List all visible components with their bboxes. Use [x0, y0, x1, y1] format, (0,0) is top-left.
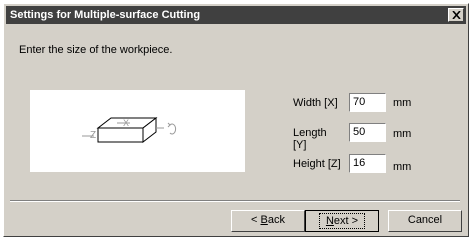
axis-z-label: Z: [90, 130, 96, 141]
cancel-button[interactable]: Cancel: [388, 210, 462, 232]
back-mnemonic: B: [260, 214, 268, 226]
height-unit: mm: [393, 161, 412, 173]
back-label-rest: ack: [267, 214, 285, 226]
cancel-label: Cancel: [407, 214, 443, 226]
dialog-title: Settings for Multiple-surface Cutting: [10, 9, 201, 21]
width-unit: mm: [393, 97, 412, 109]
workpiece-preview: Z X: [30, 90, 245, 172]
length-input[interactable]: 50: [349, 123, 386, 142]
title-bar[interactable]: Settings for Multiple-surface Cutting: [6, 6, 466, 24]
back-prefix: <: [251, 214, 261, 226]
height-input[interactable]: 16: [349, 154, 386, 173]
length-label: Length [Y]: [293, 127, 327, 151]
button-separator: [10, 200, 460, 202]
next-label-rest: ext >: [333, 215, 359, 227]
axis-x-label: X: [123, 118, 129, 128]
back-button[interactable]: < Back: [231, 210, 305, 232]
rotation-arrow-icon: [169, 123, 177, 135]
length-unit: mm: [393, 128, 412, 140]
instruction-text: Enter the size of the workpiece.: [19, 44, 173, 56]
next-button[interactable]: Next >: [305, 210, 379, 232]
height-label: Height [Z]: [293, 158, 341, 170]
close-button[interactable]: [448, 8, 464, 22]
close-icon: [452, 11, 461, 19]
next-mnemonic: N: [325, 215, 334, 227]
workpiece-diagram: Z X: [82, 116, 177, 144]
width-label: Width [X]: [293, 97, 338, 109]
width-input[interactable]: 70: [349, 93, 386, 112]
